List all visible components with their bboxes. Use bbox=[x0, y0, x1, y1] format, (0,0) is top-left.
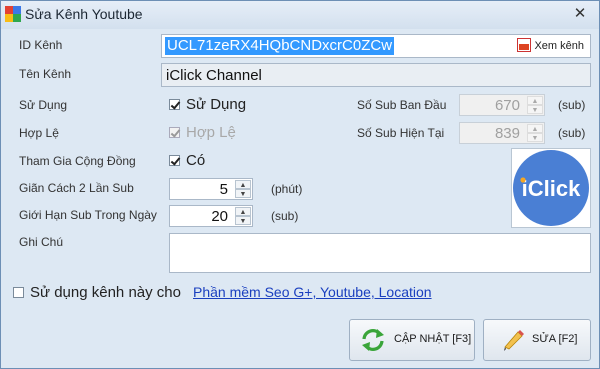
current-sub-stepper-buttons: ▲ ▼ bbox=[527, 124, 543, 142]
note-label: Ghi Chú bbox=[19, 235, 64, 249]
use-channel-checkbox[interactable]: Sử dụng kênh này cho bbox=[13, 284, 181, 301]
valid-checkbox-label: Hợp Lệ bbox=[186, 124, 236, 141]
use-checkbox-box[interactable] bbox=[169, 99, 180, 110]
channel-id-value[interactable]: UCL71zeRX4HQbCNDxcrC0ZCw bbox=[165, 37, 395, 55]
increment-icon[interactable]: ▲ bbox=[235, 180, 251, 189]
increment-icon: ▲ bbox=[527, 96, 543, 105]
community-label: Tham Gia Cộng Đồng bbox=[19, 154, 136, 168]
current-sub-unit: (sub) bbox=[558, 126, 586, 140]
use-checkbox-label: Sử Dụng bbox=[186, 96, 247, 113]
daily-limit-stepper[interactable]: 20 ▲ ▼ bbox=[169, 205, 253, 227]
valid-label: Hợp Lệ bbox=[19, 126, 59, 140]
pencil-icon bbox=[504, 330, 524, 351]
window-title: Sửa Kênh Youtube bbox=[25, 6, 143, 22]
decrement-icon: ▼ bbox=[527, 133, 543, 142]
note-textarea[interactable] bbox=[169, 233, 591, 273]
channel-id-field[interactable]: UCL71zeRX4HQbCNDxcrC0ZCw Xem kênh bbox=[161, 34, 591, 58]
current-sub-value: 839 bbox=[494, 125, 520, 142]
use-channel-label: Sử dụng kênh này cho bbox=[30, 284, 181, 301]
daily-limit-unit: (sub) bbox=[271, 209, 299, 223]
edit-channel-window: Sửa Kênh Youtube ✕ ID Kênh UCL71zeRX4HQb… bbox=[0, 0, 600, 369]
daily-limit-stepper-buttons: ▲ ▼ bbox=[235, 207, 251, 225]
logo-text: iClick bbox=[522, 176, 581, 201]
interval-label: Giãn Cách 2 Lần Sub bbox=[19, 181, 134, 195]
channel-logo: iClick bbox=[511, 148, 591, 228]
view-channel-button[interactable]: Xem kênh bbox=[517, 38, 584, 54]
current-sub-label: Số Sub Hiện Tại bbox=[357, 126, 445, 140]
decrement-icon[interactable]: ▼ bbox=[235, 189, 251, 198]
use-checkbox[interactable]: Sử Dụng bbox=[169, 96, 246, 113]
channel-id-label: ID Kênh bbox=[19, 38, 63, 52]
valid-checkbox: Hợp Lệ bbox=[169, 124, 236, 141]
update-button-label: CẬP NHẬT [F3] bbox=[394, 333, 472, 345]
interval-value: 5 bbox=[219, 181, 228, 198]
community-checkbox-label: Có bbox=[186, 152, 206, 169]
valid-checkbox-box bbox=[169, 127, 180, 138]
channel-name-field[interactable]: iClick Channel bbox=[161, 63, 591, 87]
close-icon[interactable]: ✕ bbox=[571, 5, 589, 23]
title-bar: Sửa Kênh Youtube ✕ bbox=[1, 1, 599, 29]
edit-button-label: SỬA [F2] bbox=[532, 333, 578, 345]
channel-name-value: iClick Channel bbox=[166, 67, 262, 84]
iclick-logo-icon: iClick bbox=[513, 150, 589, 226]
update-button[interactable]: CẬP NHẬT [F3] bbox=[349, 319, 475, 361]
daily-limit-label: Giới Hạn Sub Trong Ngày bbox=[19, 208, 157, 222]
initial-sub-stepper: 670 ▲ ▼ bbox=[459, 94, 545, 116]
increment-icon: ▲ bbox=[527, 124, 543, 133]
initial-sub-stepper-buttons: ▲ ▼ bbox=[527, 96, 543, 114]
community-checkbox-box[interactable] bbox=[169, 155, 180, 166]
channel-name-label: Tên Kênh bbox=[19, 67, 72, 81]
initial-sub-label: Số Sub Ban Đầu bbox=[357, 98, 447, 112]
interval-stepper-buttons: ▲ ▼ bbox=[235, 180, 251, 198]
decrement-icon[interactable]: ▼ bbox=[235, 216, 251, 225]
community-checkbox[interactable]: Có bbox=[169, 152, 205, 169]
refresh-icon bbox=[362, 329, 384, 351]
daily-limit-value: 20 bbox=[211, 208, 228, 225]
edit-button[interactable]: SỬA [F2] bbox=[483, 319, 591, 361]
use-label: Sử Dụng bbox=[19, 98, 68, 112]
increment-icon[interactable]: ▲ bbox=[235, 207, 251, 216]
use-channel-checkbox-box[interactable] bbox=[13, 287, 24, 298]
software-link[interactable]: Phần mềm Seo G+, Youtube, Location bbox=[193, 284, 432, 300]
current-sub-stepper: 839 ▲ ▼ bbox=[459, 122, 545, 144]
interval-stepper[interactable]: 5 ▲ ▼ bbox=[169, 178, 253, 200]
app-icon bbox=[5, 6, 21, 22]
initial-sub-value: 670 bbox=[494, 97, 520, 114]
initial-sub-unit: (sub) bbox=[558, 98, 586, 112]
interval-unit: (phút) bbox=[271, 182, 303, 196]
decrement-icon: ▼ bbox=[527, 105, 543, 114]
youtube-icon bbox=[517, 38, 532, 52]
view-channel-label: Xem kênh bbox=[534, 40, 584, 52]
